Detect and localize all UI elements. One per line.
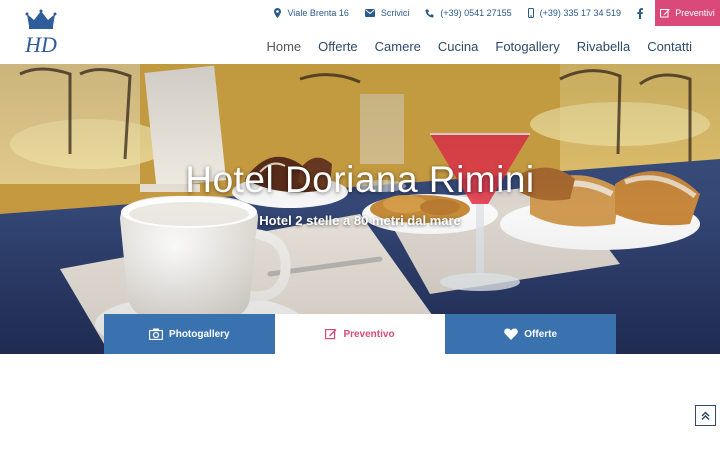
tab-preventivo-label: Preventivo bbox=[343, 328, 395, 340]
camera-icon bbox=[149, 328, 164, 340]
mobile-text: (+39) 335 17 34 519 bbox=[539, 8, 621, 18]
top-contact-bar: Viale Brenta 16 Scrivici (+39) 0541 2715… bbox=[274, 0, 720, 26]
preventivi-label: Preventivi bbox=[675, 8, 715, 18]
preventivi-button[interactable]: Preventivi bbox=[655, 0, 720, 26]
hero-subtitle: Hotel 2 stelle a 80 metri dal mare bbox=[259, 213, 461, 228]
hero-title: Hotel Doriana Rimini bbox=[185, 159, 535, 200]
double-chevron-up-icon bbox=[701, 411, 710, 421]
email-item[interactable]: Scrivici bbox=[364, 8, 410, 18]
crown-icon bbox=[25, 9, 57, 29]
tab-offerte-label: Offerte bbox=[524, 328, 558, 340]
facebook-icon bbox=[637, 7, 643, 19]
facebook-link[interactable] bbox=[637, 7, 643, 19]
nav-item-home[interactable]: Home bbox=[266, 39, 301, 54]
mobile-icon bbox=[527, 8, 534, 18]
phone-icon bbox=[425, 9, 434, 18]
envelope-icon bbox=[364, 9, 375, 17]
nav-item-camere[interactable]: Camere bbox=[375, 39, 421, 54]
phone-text: (+39) 0541 27155 bbox=[440, 8, 512, 18]
site-header: HD Viale Brenta 16 Scrivici (+39) 0541 2… bbox=[0, 0, 720, 64]
scroll-to-top-button[interactable] bbox=[695, 405, 716, 426]
nav-item-offerte[interactable]: Offerte bbox=[318, 39, 358, 54]
logo-letters: HD bbox=[24, 32, 57, 57]
tab-offerte[interactable]: Offerte bbox=[445, 314, 617, 354]
tab-photogallery[interactable]: Photogallery bbox=[104, 314, 275, 354]
quick-links: Photogallery Preventivo Offerte bbox=[104, 314, 617, 354]
tab-preventivo[interactable]: Preventivo bbox=[274, 314, 446, 354]
hotel-logo[interactable]: HD bbox=[14, 6, 68, 60]
heart-icon bbox=[504, 328, 519, 340]
main-nav: Home Offerte Camere Cucina Fotogallery R… bbox=[249, 39, 692, 54]
address-text: Viale Brenta 16 bbox=[287, 8, 349, 18]
nav-item-contatti[interactable]: Contatti bbox=[647, 39, 692, 54]
nav-item-cucina[interactable]: Cucina bbox=[438, 39, 478, 54]
email-text: Scrivici bbox=[380, 8, 410, 18]
nav-item-rivabella[interactable]: Rivabella bbox=[577, 39, 630, 54]
breakfast-table-image bbox=[0, 64, 720, 354]
map-marker-icon bbox=[274, 8, 282, 18]
phone-item[interactable]: (+39) 0541 27155 bbox=[425, 8, 512, 18]
address-item[interactable]: Viale Brenta 16 bbox=[274, 8, 349, 18]
edit-icon bbox=[325, 329, 337, 340]
nav-item-fotogallery[interactable]: Fotogallery bbox=[495, 39, 559, 54]
mobile-item[interactable]: (+39) 335 17 34 519 bbox=[527, 8, 621, 18]
tab-photogallery-label: Photogallery bbox=[169, 328, 230, 340]
hero-banner: Hotel Doriana Rimini Hotel 2 stelle a 80… bbox=[0, 64, 720, 354]
edit-icon bbox=[660, 9, 671, 18]
